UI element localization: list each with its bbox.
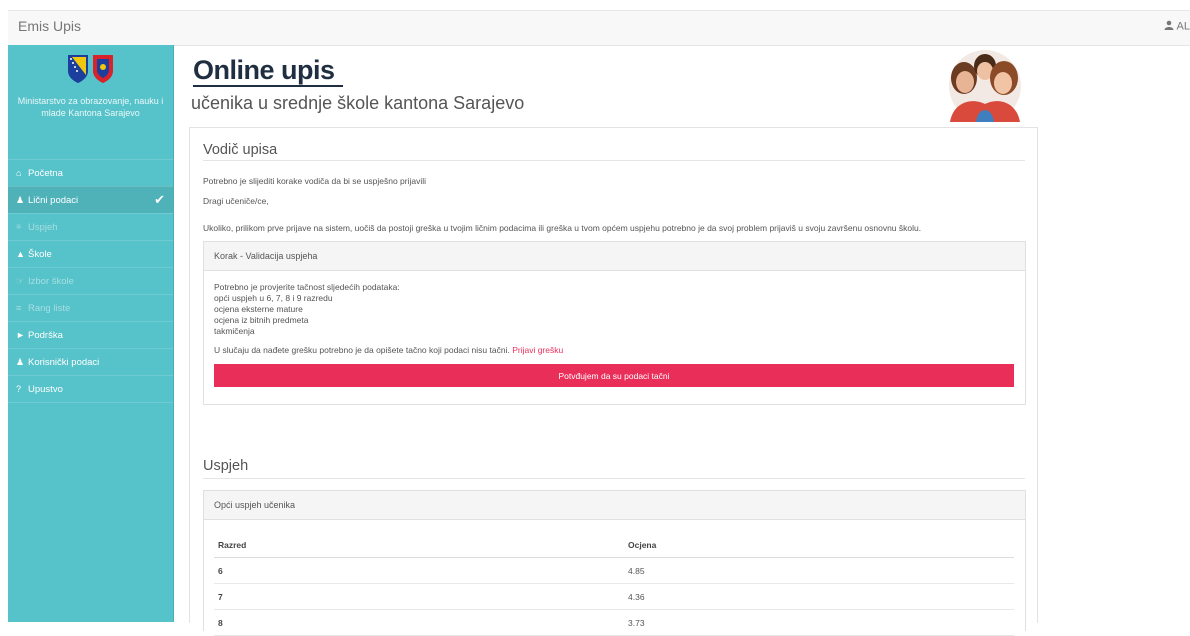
sidebar-item-korisnicki-podaci[interactable]: ♟ Korisnički podaci [8,348,173,375]
sidebar-item-label: Lični podaci [28,195,79,206]
validation-step-panel: Korak - Validacija uspjeha Potrebno je p… [203,241,1026,405]
divider [203,160,1025,161]
ocjena-cell: 4.36 [627,583,1014,610]
step-heading: Korak - Validacija uspjeha [204,242,1025,271]
step-line: ocjena eksterne mature [214,304,303,314]
razred-cell: 8 [214,609,627,636]
report-error-link[interactable]: Prijavi grešku [512,345,563,355]
sidebar-item-podrska[interactable]: ► Podrška [8,321,173,348]
step-line: opći uspjeh u 6, 7, 8 i 9 razredu [214,293,333,303]
sidebar-item-label: Izbor škole [28,276,74,287]
home-icon: ⌂ [16,168,22,178]
general-success-panel: Opći uspjeh učenika Razred Ocjena 6 4.85… [203,490,1026,636]
question-icon: ? [16,384,22,394]
table-row: 7 4.36 [214,583,1014,610]
success-title: Uspjeh [203,458,249,474]
error-text: U slučaju da nađete grešku potrebno je d… [214,345,510,355]
success-panel-heading: Opći uspjeh učenika [204,491,1025,520]
user-icon [1164,20,1174,33]
table-header-row: Razred Ocjena [214,533,1014,558]
user-name: AL [1176,20,1190,33]
sidebar-item-rang-liste[interactable]: ≡ Rang liste [8,294,173,321]
page-subtitle: učenika u srednje škole kantona Sarajevo [191,93,525,113]
error-instructions: U slučaju da nađete grešku potrebno je d… [214,345,563,355]
checkmark-icon: ✔ [154,192,165,207]
guide-greeting: Dragi učeniče/ce, [203,196,269,206]
sidebar-item-izbor-skole[interactable]: ☞ Izbor škole [8,267,173,294]
sidebar-item-pocetna[interactable]: ⌂ Početna [8,159,173,186]
table-row: 8 3.73 [214,609,1014,636]
content-card: Vodič upisa Potrebno je slijediti korake… [189,127,1038,636]
brand-link[interactable]: Emis Upis [18,18,81,34]
divider [203,478,1025,479]
step-line: takmičenja [214,326,255,336]
grades-table: Razred Ocjena 6 4.85 7 4.36 8 3.73 [214,533,1014,636]
column-header-razred: Razred [214,533,627,558]
guide-intro: Potrebno je slijediti korake vodiča da b… [203,176,427,186]
students-photo [940,44,1030,129]
sidebar-item-licni-podaci[interactable]: ♟ Lični podaci ✔ [8,186,173,213]
sidebar-item-label: Početna [28,168,63,179]
user-menu[interactable]: AL [1164,20,1190,33]
step-line: ocjena iz bitnih predmeta [214,315,309,325]
user-icon: ♟ [16,195,25,205]
trophy-icon: ⍟ [16,222,22,232]
user-icon: ♟ [16,357,25,367]
guide-title: Vodič upisa [203,142,278,158]
column-header-ocjena: Ocjena [627,533,1014,558]
sidebar-item-label: Korisnički podaci [28,357,100,368]
ministry-name: Ministarstvo za obrazovanje, nauku i mla… [17,96,164,118]
graduation-cap-icon: ▲ [16,249,25,259]
step-line: Potrebno je provjerite tačnost sljedećih… [214,282,400,292]
page-title: Online upis [193,55,335,85]
list-icon: ≡ [16,303,22,313]
ocjena-cell: 4.85 [627,557,1014,584]
sidebar-item-label: Rang liste [28,303,71,314]
sidebar-item-uspjeh[interactable]: ⍟ Uspjeh [8,213,173,240]
top-navbar: Emis Upis AL [8,10,1190,46]
sidebar-item-label: Uspjeh [28,222,58,233]
confirm-data-button[interactable]: Potvđujem da su podaci tačni [214,364,1014,387]
title-underline [193,85,343,87]
ocjena-cell: 3.73 [627,609,1014,636]
razred-cell: 7 [214,583,627,610]
sidebar-menu: ⌂ Početna ♟ Lični podaci ✔ ⍟ Uspjeh ▲ Škole … [8,159,173,403]
sidebar-item-skole[interactable]: ▲ Škole [8,240,173,267]
sidebar-item-label: Škole [28,249,52,260]
bullhorn-icon: ► [16,330,25,340]
table-row: 6 4.85 [214,557,1014,584]
guide-notice: Ukoliko, prilikom prve prijave na sistem… [203,223,922,233]
razred-cell: 6 [214,557,627,584]
thumbs-up-icon: ☞ [16,276,25,286]
sidebar-item-label: Podrška [28,330,63,341]
sidebar-item-label: Upustvo [28,384,63,395]
sidebar: Ministarstvo za obrazovanje, nauku i mla… [8,45,174,622]
sidebar-item-upustvo[interactable]: ? Upustvo [8,375,173,403]
coat-of-arms-logo [66,53,116,92]
